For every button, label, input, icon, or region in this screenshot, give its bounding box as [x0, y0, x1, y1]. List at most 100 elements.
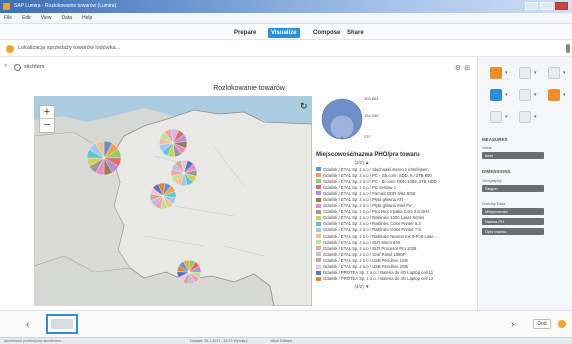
tab-share[interactable]: Share [344, 28, 367, 38]
dimension-pill-nazwa-ph[interactable]: Nazwa PH [482, 218, 544, 225]
menu-data[interactable]: Data [61, 15, 72, 21]
lightbulb-icon [6, 45, 14, 53]
legend-swatch [316, 197, 321, 202]
notification-icon[interactable] [558, 320, 566, 328]
chevron-down-icon[interactable]: ▾ [534, 70, 537, 76]
collapse-left-icon[interactable]: « [4, 63, 7, 69]
page-title: Lokalizacja sprzedaży towarów lodówka... [18, 45, 121, 51]
panel-label: stichters [24, 64, 45, 70]
overlay-label: Overlay Data [482, 201, 506, 206]
legend-page-up[interactable]: (2/2) ▲ [316, 160, 408, 165]
menu-edit[interactable]: Edit [22, 15, 31, 21]
settings-circle-icon[interactable] [14, 64, 21, 71]
legend-label: Gdańsk / ETAL Sp. z o.o / Płyta główna I… [323, 203, 412, 209]
chevron-down-icon[interactable]: ▾ [505, 114, 508, 120]
measure-pill[interactable]: Ilość [482, 152, 544, 159]
geo-map-chart-icon[interactable] [490, 89, 502, 101]
geography-label: Geography [482, 178, 502, 183]
status-text-3: Value Dataset [270, 339, 293, 343]
chevron-left-icon[interactable]: ‹ [26, 319, 29, 330]
gear-icon[interactable]: ⚙ [455, 64, 461, 72]
legend-label: Gdańsk / ETAL Sp. z o.o / Pamięć DDR 6/6… [323, 190, 416, 196]
pie-marker[interactable] [86, 140, 122, 176]
close-icon[interactable] [555, 2, 568, 10]
custom-chart-icon[interactable] [519, 111, 531, 123]
main-navigation: Prepare Visualize Compose Share [0, 24, 572, 40]
legend-swatch [316, 167, 321, 172]
legend-swatch [316, 179, 321, 184]
legend-label: Gdańsk / PROTEA Sp. z o.o. / Bateria do … [323, 270, 434, 276]
legend-swatch [316, 276, 321, 281]
measures-value-label: Value [482, 145, 492, 150]
legend-label: Gdańsk / ETAL Sp. z o.o / Procesor Inpak… [323, 209, 430, 215]
dimension-pill-miejscowosc[interactable]: Miejscowość [482, 208, 544, 215]
bubble-size-legend: 309 864 154 936 237 [320, 93, 400, 145]
tab-visualize[interactable]: Visualize [268, 28, 300, 38]
legend-label: Gdańsk / ETAL Sp. z o.o / USB Pendrive 1… [323, 257, 408, 263]
legend-label: Gdańsk / ETAL Sp. z o.o / Rakliniec Colo… [323, 227, 421, 233]
bar-chart-icon[interactable] [490, 67, 502, 79]
refresh-icon[interactable]: ↻ [300, 101, 308, 112]
grid-icon[interactable]: ⊞ [464, 64, 470, 72]
pie-marker[interactable] [149, 182, 177, 210]
tab-compose[interactable]: Compose [310, 28, 343, 38]
dimensions-heading: DIMENSIONS [482, 169, 511, 174]
chevron-down-icon[interactable]: ▾ [534, 92, 537, 98]
legend-swatch [316, 191, 321, 196]
legend-label: Gdańsk / ETAL Sp. z o.o / Rakliniec 1000… [323, 215, 425, 221]
app-logo-icon [3, 3, 10, 10]
legend-label: Gdańsk / ETAL Sp. z o.o / Szaf Panel 108… [323, 251, 406, 257]
tree-chart-icon[interactable] [548, 89, 560, 101]
menu-bar: File Edit View Data Help [0, 13, 572, 24]
legend-items: Gdańsk / ETAL Sp. z o.o / Słuchawki ster… [316, 166, 466, 282]
chart-title: Rozlokowanie towarów [213, 85, 285, 92]
zoom-out-button[interactable]: − [40, 119, 54, 132]
legend-swatch [316, 185, 321, 190]
geography-pill[interactable]: Region [482, 185, 544, 192]
chevron-down-icon[interactable]: ▾ [505, 70, 508, 76]
chevron-down-icon[interactable]: ▾ [505, 92, 508, 98]
dimension-pill-opis-towaru[interactable]: Opis towaru [482, 228, 544, 235]
legend-swatch [316, 270, 321, 275]
scroll-handle[interactable] [566, 44, 570, 53]
legend-label: Gdańsk / ETAL Sp. z o.o / PC - Bi core, … [323, 178, 437, 184]
pie-marker[interactable] [158, 128, 188, 158]
geo-map[interactable]: + − ↻ [34, 96, 312, 306]
window-controls [525, 2, 568, 10]
zoom-in-button[interactable]: + [40, 106, 54, 119]
line-chart-icon[interactable] [519, 67, 531, 79]
legend-item[interactable]: Gdańsk / PROTEA Sp. z o.o. / Bateria do … [316, 276, 466, 282]
menu-help[interactable]: Help [82, 15, 92, 21]
menu-file[interactable]: File [4, 15, 12, 21]
chevron-right-icon[interactable]: › [511, 319, 514, 330]
legend-label: Gdańsk / ETAL Sp. z o.o / PC - Gb core, … [323, 172, 432, 178]
legend-title: Miejscowość/nazwa PHO/pra towaru [316, 152, 420, 158]
legend-swatch [316, 264, 321, 269]
legend-label: Gdańsk / ETAL Sp. z o.o / Słuchawki ster… [323, 166, 429, 172]
menu-view[interactable]: View [41, 15, 52, 21]
table-chart-icon[interactable] [490, 111, 502, 123]
legend-label: Gdańsk / ETAL Sp. z o.o / Płyta główna A… [323, 197, 403, 203]
document-header: Lokalizacja sprzedaży towarów lodówka... [0, 40, 572, 57]
pie-marker[interactable] [170, 159, 198, 187]
chart-container: Rozlokowanie towarów + − ↻ 309 864 154 9… [34, 85, 466, 306]
legend-page-down[interactable]: (4/2) ▼ [316, 284, 408, 289]
legend-label: Gdańsk / ETAL Sp. z o.o / Rakliniec Colo… [323, 221, 421, 227]
scatter-chart-icon[interactable] [519, 89, 531, 101]
filmstrip-thumbnail[interactable] [46, 314, 78, 334]
bubble-legend-max: 309 864 [364, 96, 379, 101]
done-button[interactable]: Dod [533, 319, 551, 329]
chevron-down-icon[interactable]: ▾ [563, 92, 566, 98]
minimize-icon[interactable] [525, 2, 538, 10]
status-bar: Akcelerator przekrojowy akcelerator... D… [0, 337, 572, 344]
visualization-filmstrip: ‹ › Dod [0, 310, 572, 337]
maximize-icon[interactable] [540, 2, 553, 10]
pie-marker[interactable] [176, 259, 202, 285]
chevron-down-icon[interactable]: ▾ [534, 114, 537, 120]
chevron-down-icon[interactable]: ▾ [563, 70, 566, 76]
window-title: SAP Lumira - Rozlokowanie towarów (Lumir… [14, 3, 117, 9]
pie-chart-icon[interactable] [548, 67, 560, 79]
legend-label: Gdańsk / ETAL Sp. z o.o / USB Pendrive 2… [323, 264, 408, 270]
bubble-legend-mid: 154 936 [364, 113, 379, 118]
tab-prepare[interactable]: Prepare [231, 28, 259, 38]
